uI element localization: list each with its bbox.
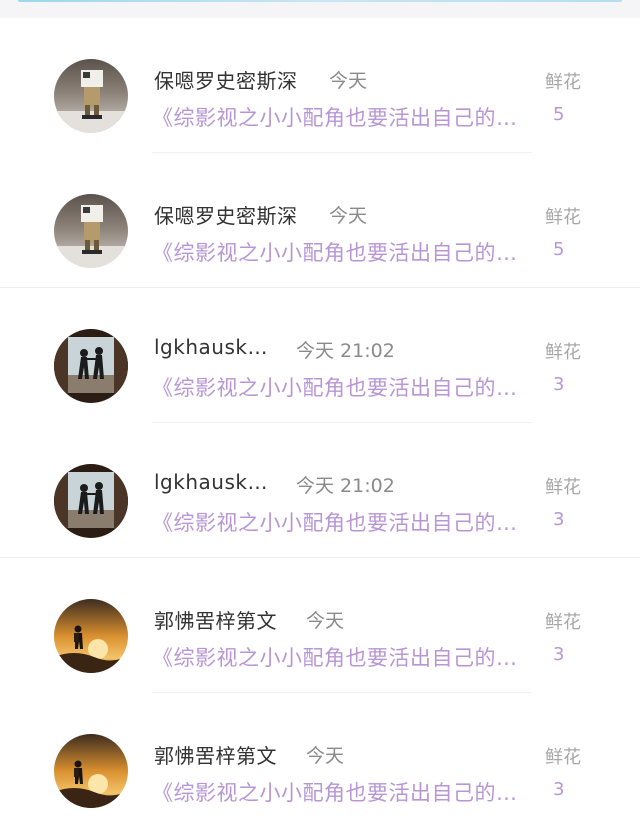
hiker-sunset-avatar[interactable] xyxy=(54,599,128,673)
username: 郭怫罟梓第文 xyxy=(154,744,277,768)
username: lgkhausk… xyxy=(154,335,268,359)
time-label: 今天 xyxy=(329,205,368,227)
gift-type-label: 鲜花 xyxy=(545,72,581,93)
gift-count: 5 xyxy=(553,239,565,260)
book-title-link[interactable]: 《综影视之小小配角也要活出自己的… xyxy=(152,237,518,267)
book-title-link[interactable]: 《综影视之小小配角也要活出自己的… xyxy=(152,642,518,672)
list-item[interactable]: 郭怫罟梓第文 今天 《综影视之小小配角也要活出自己的… 鲜花 3 xyxy=(0,558,640,693)
hiker-sunset-avatar[interactable] xyxy=(54,734,128,808)
gift-type-label: 鲜花 xyxy=(545,342,581,363)
time-label: 今天 21:02 xyxy=(296,475,395,497)
gift-count: 3 xyxy=(553,779,565,800)
toy-figure-avatar[interactable] xyxy=(54,59,128,133)
gift-count: 3 xyxy=(553,509,565,530)
gift-count: 5 xyxy=(553,104,565,125)
book-title-link[interactable]: 《综影视之小小配角也要活出自己的… xyxy=(152,777,518,807)
book-title-link[interactable]: 《综影视之小小配角也要活出自己的… xyxy=(152,102,518,132)
list-item[interactable]: 郭怫罟梓第文 今天 《综影视之小小配角也要活出自己的… 鲜花 3 xyxy=(0,693,640,828)
time-label: 今天 21:02 xyxy=(296,340,395,362)
time-label: 今天 xyxy=(306,745,345,767)
book-title-link[interactable]: 《综影视之小小配角也要活出自己的… xyxy=(152,507,518,537)
top-bar-edge xyxy=(18,0,622,2)
gift-count: 3 xyxy=(553,644,565,665)
gift-type-label: 鲜花 xyxy=(545,477,581,498)
username: 保嗯罗史密斯深 xyxy=(154,69,298,93)
list-item[interactable]: 保嗯罗史密斯深 今天 《综影视之小小配角也要活出自己的… 鲜花 5 xyxy=(0,18,640,153)
time-label: 今天 xyxy=(306,610,345,632)
gift-type-label: 鲜花 xyxy=(545,207,581,228)
list-item[interactable]: lgkhausk… 今天 21:02 《综影视之小小配角也要活出自己的… 鲜花 … xyxy=(0,423,640,558)
username: lgkhausk… xyxy=(154,470,268,494)
gift-type-label: 鲜花 xyxy=(545,747,581,768)
gift-type-label: 鲜花 xyxy=(545,612,581,633)
gift-record-list: 保嗯罗史密斯深 今天 《综影视之小小配角也要活出自己的… 鲜花 5 保嗯罗史密斯… xyxy=(0,18,640,828)
book-title-link[interactable]: 《综影视之小小配角也要活出自己的… xyxy=(152,372,518,402)
couple-silhouette-avatar[interactable] xyxy=(54,464,128,538)
gift-count: 3 xyxy=(553,374,565,395)
list-item[interactable]: lgkhausk… 今天 21:02 《综影视之小小配角也要活出自己的… 鲜花 … xyxy=(0,288,640,423)
top-header-band xyxy=(0,0,640,18)
couple-silhouette-avatar[interactable] xyxy=(54,329,128,403)
toy-figure-avatar[interactable] xyxy=(54,194,128,268)
list-item[interactable]: 保嗯罗史密斯深 今天 《综影视之小小配角也要活出自己的… 鲜花 5 xyxy=(0,153,640,288)
time-label: 今天 xyxy=(329,70,368,92)
username: 保嗯罗史密斯深 xyxy=(154,204,298,228)
username: 郭怫罟梓第文 xyxy=(154,609,277,633)
